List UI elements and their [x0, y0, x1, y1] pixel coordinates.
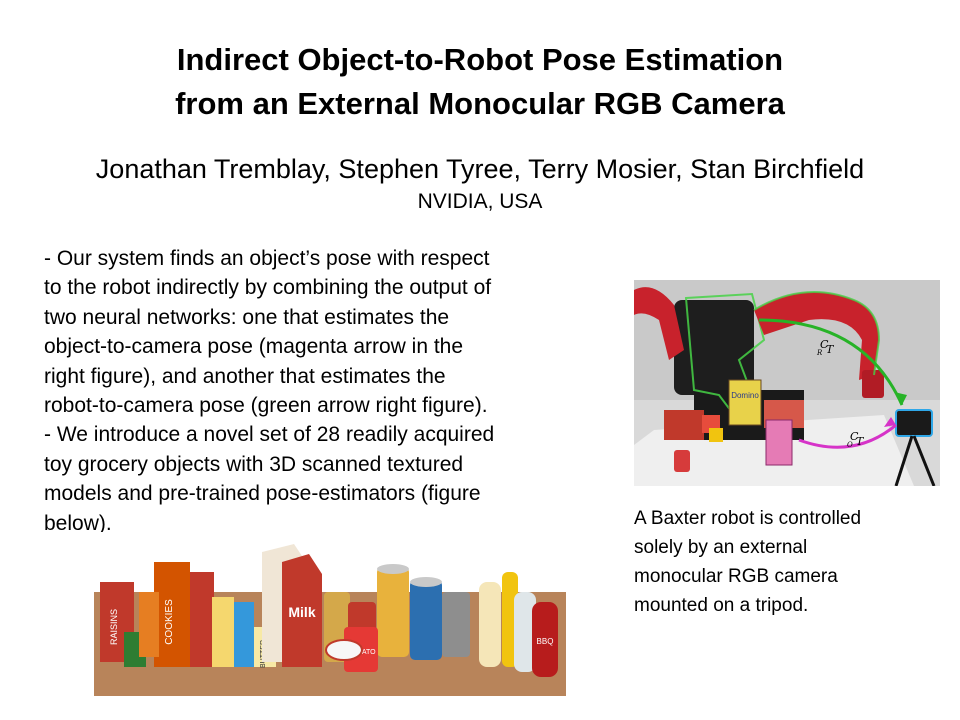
body-line: toy grocery objects with 3D scanned text… [44, 452, 464, 476]
can-5 [442, 592, 470, 657]
slide-title: Indirect Object-to-Robot Pose Estimation… [0, 38, 960, 126]
robot-figure: Domino C​ R T C O T [634, 280, 940, 486]
svg-text:RAISINS: RAISINS [109, 609, 119, 645]
robot-figure-svg: Domino C​ R T C O T [634, 280, 940, 486]
svg-text:BBQ: BBQ [537, 637, 554, 646]
grocery-figure-svg: RAISINS COOKIES BUTTER Milk [94, 532, 566, 696]
body-line: - Our system finds an object’s pose with… [44, 247, 490, 270]
body-line: models and pre-trained pose-estimators (… [44, 482, 481, 506]
body-line: two neural networks: one that estimates … [44, 305, 450, 329]
body-line: object-to-camera pose (magenta arrow in … [44, 335, 464, 359]
object-pose-sub: O [847, 441, 853, 449]
affiliation: NVIDIA, USA [417, 190, 543, 213]
title-line-2: from an External Monocular RGB Camera [175, 86, 785, 121]
orange-box [139, 592, 159, 657]
body-line: - We introduce a novel set of 28 readily… [44, 423, 495, 447]
figure-caption: A Baxter robot is controlled solely by a… [634, 504, 944, 620]
soup-can [674, 450, 690, 472]
red-box [664, 410, 704, 440]
domino-box [728, 379, 762, 426]
bbq-bottle: BBQ [532, 602, 558, 677]
author-list: Jonathan Tremblay, Stephen Tyree, Terry … [95, 154, 865, 184]
can-3 [377, 567, 409, 657]
robot-gripper [862, 370, 884, 398]
yogurt-cup [325, 639, 363, 661]
caption-line: A Baxter robot is controlled [634, 508, 862, 529]
robot-pose-sub: R [816, 349, 823, 357]
grocery-figure: RAISINS COOKIES BUTTER Milk [94, 532, 566, 696]
domino-box-label: Domino [731, 391, 759, 400]
body-line: right figure), and another that estimate… [44, 364, 446, 388]
red-tall-box [190, 572, 214, 667]
can-3-lid [377, 564, 409, 574]
caption-line: solely by an external [634, 537, 808, 558]
svg-text:Milk: Milk [288, 604, 315, 620]
camera [895, 409, 933, 437]
svg-text:COOKIES: COOKIES [164, 599, 175, 645]
blue-box [234, 602, 254, 667]
title-line-1: Indirect Object-to-Robot Pose Estimation [176, 42, 784, 77]
caption-line: mounted on a tripod. [634, 595, 809, 616]
body-line: robot-to-camera pose (green arrow right … [44, 394, 488, 418]
body-line: to the robot indirectly by combining the… [44, 276, 492, 300]
can-4-lid [410, 577, 442, 587]
pink-box [765, 419, 793, 466]
caption-line: monocular RGB camera [634, 566, 838, 587]
yellow-box [212, 597, 234, 667]
slide: Indirect Object-to-Robot Pose Estimation… [0, 0, 960, 720]
cookies-box: COOKIES [154, 562, 190, 667]
milk-carton: Milk [282, 554, 322, 667]
can-4 [410, 580, 442, 660]
body-text: - Our system finds an object’s pose with… [44, 244, 624, 538]
small-yellow-cube [709, 428, 723, 442]
bottle-1 [479, 582, 501, 667]
